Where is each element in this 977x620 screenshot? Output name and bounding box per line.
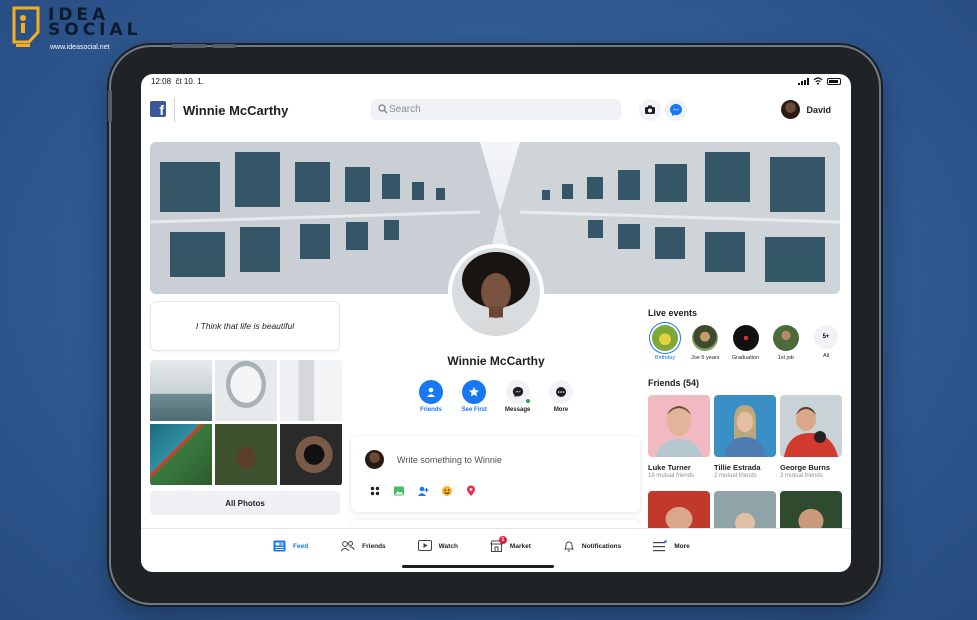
event-1st-job[interactable]: 1st job [769, 325, 803, 361]
bell-icon [563, 541, 575, 552]
photo-thumbnail[interactable] [215, 424, 277, 485]
camera-button[interactable] [639, 99, 661, 121]
all-photos-button[interactable]: All Photos [150, 491, 340, 515]
feed-icon [273, 540, 286, 552]
home-indicator[interactable] [402, 565, 554, 568]
tab-market[interactable]: 1 Market [490, 536, 531, 552]
menu-icon [653, 540, 668, 552]
photo-thumbnail[interactable] [280, 424, 342, 485]
volume-button [212, 44, 236, 48]
camera-icon [645, 105, 655, 114]
photos-grid [150, 360, 342, 486]
status-time: 12:08 čt 10. 1. [151, 77, 204, 86]
feeling-icon[interactable] [441, 485, 453, 497]
friends-icon [340, 541, 355, 552]
friends-icon [427, 387, 435, 397]
tab-feed[interactable]: Feed [273, 540, 308, 552]
photo-thumbnail[interactable] [280, 360, 342, 421]
friends-grid-row [648, 491, 842, 531]
user-name: David [806, 104, 831, 115]
market-badge: 1 [498, 536, 507, 544]
friend-card[interactable]: Luke Turner 18 mutual friends [648, 395, 710, 479]
tag-friends-icon[interactable] [417, 485, 429, 497]
tab-friends[interactable]: Friends [340, 540, 386, 552]
volume-button [171, 44, 207, 48]
message-button[interactable]: Message [498, 380, 538, 413]
photo-thumbnail[interactable] [215, 360, 277, 421]
signal-icon [798, 77, 809, 85]
profile-actions: Friends See First Message More [411, 380, 581, 413]
status-bar: 12:08 čt 10. 1. [141, 74, 851, 90]
see-first-button[interactable]: See First [454, 380, 494, 413]
tab-watch[interactable]: Watch [417, 540, 458, 552]
wifi-icon [813, 77, 823, 85]
watch-icon [417, 540, 432, 551]
idea-social-logo-icon [12, 6, 40, 47]
profile-picture[interactable] [448, 244, 544, 340]
page-title: Winnie McCarthy [183, 103, 289, 118]
avatar [781, 100, 801, 119]
tab-notifications[interactable]: Notifications [563, 540, 621, 552]
event-graduation[interactable]: Graduation [729, 325, 763, 361]
app-screen: 12:08 čt 10. 1. f Winnie McCarthy David [141, 74, 851, 572]
intro-quote: I Think that life is beautiful [150, 301, 340, 351]
messenger-icon [670, 104, 682, 116]
search-icon [378, 104, 388, 114]
watermark-brand: IDEA SOCIAL [48, 5, 142, 40]
messenger-icon [512, 386, 523, 398]
friend-photo[interactable] [780, 491, 842, 531]
tab-more[interactable]: More [653, 540, 690, 552]
messenger-button[interactable] [665, 99, 687, 121]
friend-card[interactable]: Tillie Estrada 2 mutual friends [714, 395, 776, 479]
profile-name: Winnie McCarthy [447, 354, 545, 368]
more-button[interactable]: More [541, 380, 581, 413]
apps-icon[interactable] [369, 485, 381, 497]
search-bar[interactable] [371, 99, 621, 120]
post-composer: Write something to Winnie [351, 436, 640, 512]
composer-input[interactable]: Write something to Winnie [397, 455, 502, 465]
photo-thumbnail[interactable] [150, 424, 212, 485]
friend-photo[interactable] [714, 491, 776, 531]
live-events-title: Live events [648, 308, 698, 318]
friend-photo [648, 395, 710, 457]
friends-button[interactable]: Friends [411, 380, 451, 413]
location-icon[interactable] [465, 485, 477, 497]
friend-photo [780, 395, 842, 457]
friend-card[interactable]: George Burns 3 mutual friends [780, 395, 842, 479]
top-header: f Winnie McCarthy David [141, 96, 851, 126]
event-all[interactable]: 5+ All [809, 325, 843, 361]
facebook-logo-icon[interactable]: f [150, 101, 166, 117]
battery-icon [827, 77, 841, 85]
event-birthday[interactable]: Birthday [648, 325, 682, 361]
friend-photo[interactable] [648, 491, 710, 531]
friends-grid: Luke Turner 18 mutual friends Tillie Est… [648, 395, 842, 479]
avatar [365, 450, 384, 469]
power-button [108, 90, 112, 122]
more-icon [555, 387, 566, 397]
photo-icon[interactable] [393, 485, 405, 497]
watermark-url: www.ideasocial.net [50, 44, 110, 51]
header-divider [174, 98, 175, 122]
friend-photo [714, 395, 776, 457]
search-input[interactable] [389, 99, 609, 120]
user-menu[interactable]: David [781, 100, 831, 119]
more-events-badge: 5+ [814, 325, 838, 349]
star-icon [469, 387, 480, 397]
online-indicator [524, 398, 531, 404]
photo-thumbnail[interactable] [150, 360, 212, 421]
live-events-list: Birthday Joe 5 years Graduation 1st job … [648, 325, 843, 361]
friends-title: Friends (54) [648, 378, 700, 388]
event-joe-5-years[interactable]: Joe 5 years [688, 325, 722, 361]
